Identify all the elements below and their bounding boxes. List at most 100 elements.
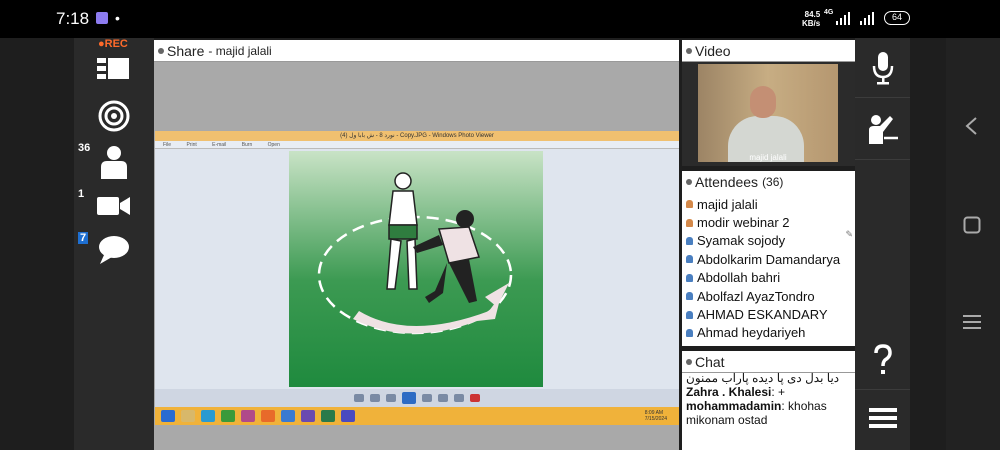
question-icon — [873, 343, 892, 374]
attendees-button[interactable] — [74, 140, 154, 184]
attendee-list: majid jalali modir webinar 2 Syamak sojo… — [682, 195, 855, 342]
zoom-control[interactable] — [354, 394, 364, 402]
person-icon — [101, 146, 127, 179]
raise-hand-button[interactable] — [855, 98, 910, 160]
target-icon — [98, 100, 130, 132]
attendee-count: (36) — [762, 175, 784, 189]
excel-icon — [221, 410, 235, 422]
participant-icon — [686, 255, 693, 264]
chat-sender: Zahra . Khalesi — [686, 385, 772, 399]
attendees-title: Attendees — [695, 174, 759, 190]
menu-email: E-mail — [212, 142, 227, 148]
participant-icon — [686, 328, 693, 337]
attendees-pod-header: Attendees (36) — [682, 171, 855, 193]
android-nav-bar — [946, 38, 1000, 450]
window-menu: File Print E-mail Burn Open — [155, 141, 679, 149]
menu-button[interactable] — [855, 390, 910, 450]
share-pod-header: Share - majid jalali — [154, 40, 679, 62]
home-button[interactable] — [963, 216, 981, 239]
menu-burn: Burn — [241, 142, 253, 148]
viewer-controls — [155, 389, 679, 407]
chrome-icon — [281, 410, 295, 422]
menu-print: Print — [186, 142, 197, 148]
tool-icon — [321, 410, 335, 422]
soccer-illustration — [289, 151, 543, 387]
rotate-left-control[interactable] — [438, 394, 448, 402]
host-icon — [686, 218, 693, 227]
list-item[interactable]: Abolfazl AyazTondro — [682, 287, 855, 305]
explorer-icon — [181, 410, 195, 422]
share-title: Share — [167, 42, 205, 59]
signal-icon-2 — [860, 11, 874, 25]
app-root: 7:18 • 84.5 KB/s 4G 64 ●REC 36 1 7 Share… — [0, 0, 1000, 450]
chat-message: دیا بدل دی پا دیده پاراب ممنون — [686, 371, 840, 385]
home-icon — [963, 216, 981, 234]
pod-menu-icon[interactable] — [686, 47, 692, 54]
help-button[interactable] — [855, 330, 910, 390]
delete-control[interactable] — [470, 394, 480, 402]
pod-menu-icon[interactable] — [158, 47, 164, 54]
pod-menu-icon[interactable] — [686, 179, 692, 185]
recents-button[interactable] — [963, 314, 981, 335]
chat-title: Chat — [695, 353, 725, 370]
chat-sender: mohammadamin — [686, 399, 782, 413]
host-icon — [686, 200, 693, 209]
attendees-pod: Attendees (36) ✎ majid jalali modir webi… — [682, 171, 855, 346]
hamburger-icon — [868, 408, 897, 428]
list-item[interactable]: Ahmad heydariyeh — [682, 324, 855, 342]
webcam-feed[interactable]: majid jalali — [698, 64, 838, 162]
viewer-task-icon — [341, 410, 355, 422]
speed-unit: KB/s — [802, 19, 821, 28]
network-speed: 84.5 KB/s — [802, 10, 820, 28]
microphone-button[interactable] — [855, 38, 910, 98]
window-title: (4) نورد 8 - ش بابا ول - Copy.JPG - Wind… — [155, 131, 679, 141]
participant-icon — [686, 292, 693, 301]
participant-icon — [686, 310, 693, 319]
list-item[interactable]: modir webinar 2 — [682, 213, 855, 231]
rec-indicator: ●REC — [98, 38, 128, 50]
ie-icon — [201, 410, 215, 422]
list-item[interactable]: majid jalali — [682, 195, 855, 213]
list-item[interactable]: Syamak sojody — [682, 232, 855, 250]
actual-size-control[interactable] — [370, 394, 380, 402]
layout-icon — [97, 58, 129, 79]
chat-pod: Chat دیا بدل دی پا دیده پاراب ممنون Zahr… — [682, 351, 855, 450]
clock: 7:18 — [56, 9, 90, 28]
list-item[interactable]: AHMAD ESKANDARY — [682, 305, 855, 323]
start-icon — [161, 410, 175, 422]
windows-taskbar: 8:09 AM 7/15/2024 — [155, 407, 679, 425]
back-icon — [965, 117, 977, 135]
slideshow-control[interactable] — [402, 392, 416, 404]
chat-messages[interactable]: دیا بدل دی پا دیده پاراب ممنون Zahra . K… — [686, 371, 854, 427]
chat-message: mohammadamin: khohas mikonam ostad — [686, 399, 827, 427]
list-item[interactable]: Abdollah bahri — [682, 269, 855, 287]
recents-icon — [963, 315, 981, 329]
list-item[interactable]: Abdolkarim Damandarya — [682, 250, 855, 268]
video-pod-header: Video — [682, 40, 855, 62]
notification-dot: • — [115, 10, 120, 26]
app-notification-icon — [96, 12, 108, 24]
speed-value: 84.5 — [804, 10, 821, 19]
presenter-head — [750, 86, 776, 118]
next-control[interactable] — [422, 394, 432, 402]
participant-icon — [686, 273, 693, 282]
shared-screen[interactable]: (4) نورد 8 - ش بابا ول - Copy.JPG - Wind… — [154, 62, 679, 450]
signal-icon — [836, 11, 850, 25]
pod-menu-icon[interactable] — [686, 358, 692, 365]
chat-message: Zahra . Khalesi: + — [686, 385, 786, 399]
previous-control[interactable] — [386, 394, 396, 402]
right-toolbar — [855, 38, 910, 450]
image-viewer — [155, 149, 679, 389]
video-pod: Video majid jalali — [682, 40, 855, 166]
layout-button[interactable] — [74, 50, 154, 94]
raise-hand-icon — [868, 114, 898, 144]
camera-label: majid jalali — [749, 153, 787, 162]
media-icon — [241, 410, 255, 422]
camera-button[interactable] — [74, 184, 154, 228]
broadcast-button[interactable] — [74, 94, 154, 138]
back-button[interactable] — [964, 116, 978, 141]
rotate-right-control[interactable] — [454, 394, 464, 402]
chat-button[interactable] — [74, 228, 154, 272]
battery-icon: 64 — [884, 11, 910, 25]
menu-open: Open — [267, 142, 280, 148]
